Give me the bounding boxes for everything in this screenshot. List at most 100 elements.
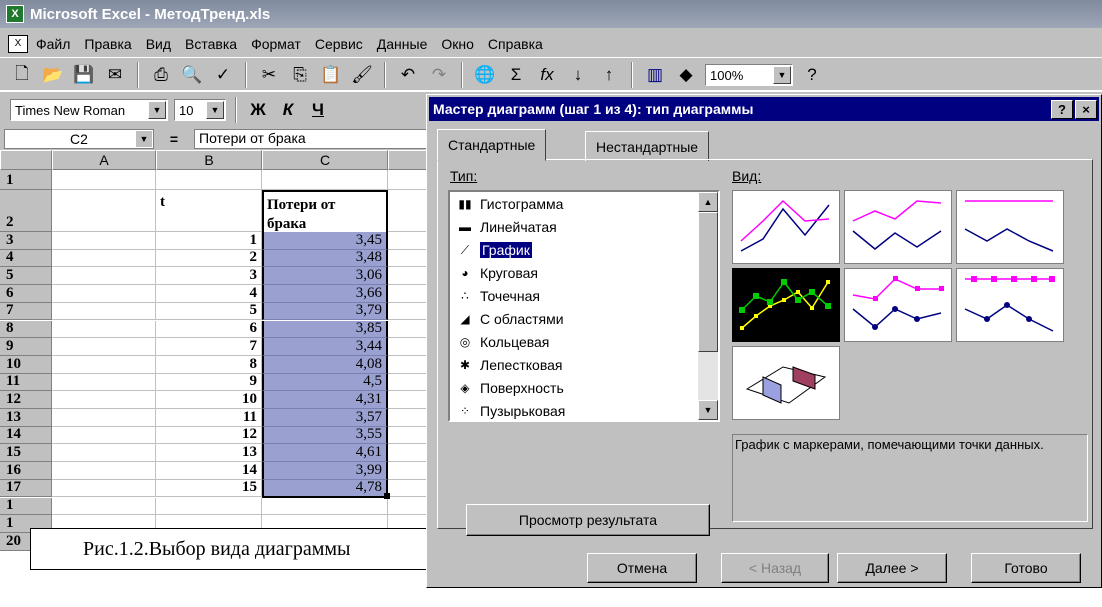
select-all-corner[interactable] [0, 150, 52, 170]
row-header[interactable]: 1 [0, 170, 52, 190]
loss-value-cell[interactable]: 3,55 [262, 426, 388, 445]
sort-descending-icon[interactable]: ↑ [597, 63, 621, 87]
t-value-cell[interactable]: 2 [156, 249, 262, 268]
subtype-line-markers-selected[interactable] [732, 268, 840, 342]
cell[interactable] [52, 170, 156, 190]
cut-icon[interactable]: ✂ [257, 63, 281, 87]
loss-value-cell[interactable]: 3,57 [262, 409, 388, 427]
next-button[interactable]: Далее > [837, 553, 947, 583]
chevron-down-icon[interactable]: ▼ [773, 66, 791, 84]
format-painter-icon[interactable]: 🖌 [350, 63, 374, 87]
cell[interactable] [52, 355, 156, 374]
font-select[interactable]: Times New Roman ▼ [10, 99, 168, 121]
row-header[interactable]: 3 [0, 232, 52, 250]
print-preview-icon[interactable]: 🔍 [180, 63, 204, 87]
cell[interactable] [52, 479, 156, 498]
cancel-button[interactable]: Отмена [587, 553, 697, 583]
t-value-cell[interactable]: 6 [156, 320, 262, 339]
subtype-100-line[interactable] [956, 190, 1064, 264]
row-header[interactable]: 14 [0, 426, 52, 445]
row-header[interactable]: 17 [0, 479, 52, 498]
underline-button[interactable]: Ч [306, 98, 330, 122]
cell[interactable] [52, 391, 156, 409]
name-box[interactable]: C2 ▼ [4, 129, 154, 149]
row-header[interactable]: 5 [0, 267, 52, 286]
loss-value-cell[interactable]: 3,99 [262, 462, 388, 480]
web-icon[interactable]: 🌐 [473, 63, 497, 87]
chart-wizard-icon[interactable]: ▥ [643, 63, 667, 87]
menu-file[interactable]: Файл [36, 36, 70, 52]
row-header[interactable]: 12 [0, 391, 52, 409]
loss-value-cell[interactable]: 3,06 [262, 267, 388, 286]
chart-type-item[interactable]: ⟋ График [450, 238, 718, 261]
subtype-stacked-line-markers[interactable] [844, 268, 952, 342]
cell[interactable] [52, 267, 156, 286]
cell[interactable] [262, 497, 388, 516]
t-value-cell[interactable]: 3 [156, 267, 262, 286]
t-value-cell[interactable]: 8 [156, 355, 262, 374]
print-icon[interactable]: ⎙ [149, 63, 173, 87]
tab-standard[interactable]: Стандартные [437, 129, 547, 161]
cell[interactable] [156, 170, 262, 190]
cell[interactable] [52, 338, 156, 356]
help-icon[interactable]: ? [800, 63, 824, 87]
row-header[interactable]: 6 [0, 285, 52, 303]
email-icon[interactable]: ✉ [103, 63, 127, 87]
font-size-select[interactable]: 10 ▼ [174, 99, 226, 121]
t-value-cell[interactable]: 15 [156, 479, 262, 498]
row-header[interactable]: 2 [0, 190, 52, 232]
save-icon[interactable]: 💾 [72, 63, 96, 87]
cell[interactable] [52, 285, 156, 303]
undo-icon[interactable]: ↶ [396, 63, 420, 87]
tab-custom[interactable]: Нестандартные [585, 131, 710, 161]
subtype-3d-line[interactable] [732, 346, 840, 420]
t-value-cell[interactable]: 10 [156, 391, 262, 409]
loss-value-cell[interactable]: 3,85 [262, 320, 388, 339]
chart-type-item[interactable]: ▬ Линейчатая [450, 215, 718, 238]
chart-type-item[interactable]: ◕ Круговая [450, 261, 718, 284]
open-folder-icon[interactable]: 📂 [41, 63, 65, 87]
menu-view[interactable]: Вид [146, 36, 171, 52]
column-header[interactable]: A [52, 150, 156, 170]
scroll-up-icon[interactable]: ▲ [698, 192, 718, 212]
menu-edit[interactable]: Правка [84, 36, 131, 52]
cell[interactable] [52, 320, 156, 339]
menu-tools[interactable]: Сервис [315, 36, 363, 52]
cell[interactable] [52, 373, 156, 392]
autosum-icon[interactable]: Σ [504, 63, 528, 87]
cell[interactable] [52, 249, 156, 268]
drawing-icon[interactable]: ◆ [674, 63, 698, 87]
loss-value-cell[interactable]: 4,31 [262, 391, 388, 409]
row-header[interactable]: 10 [0, 356, 52, 374]
row-header[interactable]: 16 [0, 462, 52, 480]
row-header[interactable]: 1 [0, 497, 52, 516]
loss-value-cell[interactable]: 3,45 [262, 232, 388, 250]
menu-window[interactable]: Окно [441, 36, 474, 52]
t-value-cell[interactable]: 9 [156, 373, 262, 392]
chevron-down-icon[interactable]: ▼ [136, 131, 152, 147]
loss-value-cell[interactable]: 3,44 [262, 338, 388, 356]
row-header[interactable]: 15 [0, 444, 52, 463]
scroll-down-icon[interactable]: ▼ [698, 400, 718, 420]
loss-value-cell[interactable]: 3,48 [262, 249, 388, 268]
menu-format[interactable]: Формат [251, 36, 301, 52]
copy-icon[interactable]: ⎘ [288, 63, 312, 87]
cell[interactable] [52, 302, 156, 321]
chart-type-item[interactable]: ▮▮ Гистограмма [450, 192, 718, 215]
new-document-icon[interactable]: 🗋 [10, 63, 34, 87]
row-header[interactable]: 9 [0, 338, 52, 356]
loss-value-cell[interactable]: 4,61 [262, 444, 388, 463]
back-button[interactable]: < Назад [721, 553, 829, 583]
preview-result-button[interactable]: Просмотр результата [466, 504, 710, 536]
t-value-cell[interactable]: 13 [156, 444, 262, 463]
menu-data[interactable]: Данные [377, 36, 428, 52]
subtype-stacked-line[interactable] [844, 190, 952, 264]
subtype-line[interactable] [732, 190, 840, 264]
row-header[interactable]: 11 [0, 373, 52, 392]
header-cell-losses[interactable]: Потери от брака [262, 190, 388, 232]
cell[interactable] [52, 232, 156, 250]
row-header[interactable]: 13 [0, 409, 52, 427]
loss-value-cell[interactable]: 4,08 [262, 355, 388, 374]
zoom-select[interactable]: 100% ▼ [705, 64, 793, 86]
t-value-cell[interactable]: 1 [156, 232, 262, 250]
